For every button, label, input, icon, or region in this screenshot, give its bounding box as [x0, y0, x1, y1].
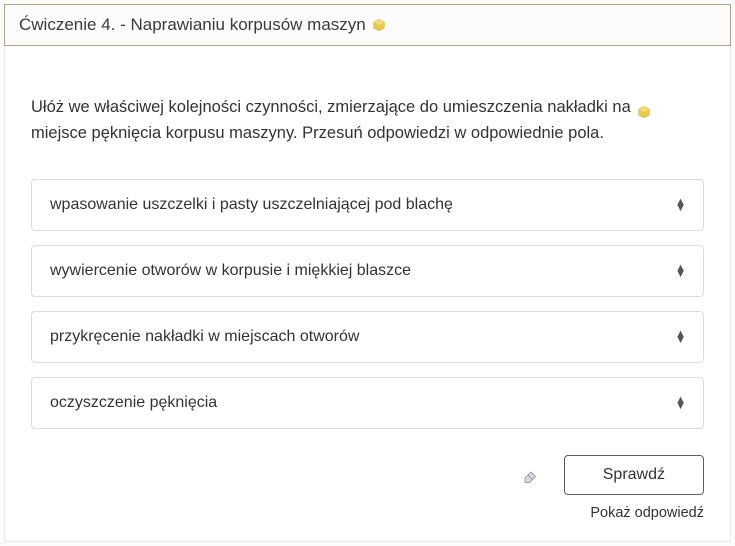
instruction-text: Ułóż we właściwej kolejności czynności, …	[31, 94, 704, 147]
sortable-option[interactable]: wpasowanie uszczelki i pasty uszczelniaj…	[31, 179, 704, 231]
option-label: wywiercenie otworów w korpusie i miękkie…	[50, 262, 411, 280]
option-label: wpasowanie uszczelki i pasty uszczelniaj…	[50, 196, 453, 214]
check-button[interactable]: Sprawdź	[564, 455, 704, 495]
eraser-icon[interactable]	[522, 466, 540, 484]
inline-hex-icon	[637, 101, 651, 115]
difficulty-hex-icon	[372, 18, 386, 32]
show-answer-link[interactable]: Pokaż odpowiedź	[31, 505, 704, 521]
sort-arrows-icon[interactable]: ▲▼	[675, 199, 685, 211]
sortable-option[interactable]: przykręcenie nakładki w miejscach otworó…	[31, 311, 704, 363]
exercise-body: Ułóż we właściwej kolejności czynności, …	[4, 46, 731, 542]
instruction-line-2: miejsce pęknięcia korpusu maszyny. Przes…	[31, 124, 604, 142]
option-label: przykręcenie nakładki w miejscach otworó…	[50, 328, 359, 346]
sort-arrows-icon[interactable]: ▲▼	[675, 331, 685, 343]
sort-arrows-icon[interactable]: ▲▼	[675, 265, 685, 277]
option-label: oczyszczenie pęknięcia	[50, 394, 217, 412]
sortable-option[interactable]: wywiercenie otworów w korpusie i miękkie…	[31, 245, 704, 297]
exercise-title: Ćwiczenie 4. - Naprawianiu korpusów masz…	[19, 15, 366, 35]
exercise-header: Ćwiczenie 4. - Naprawianiu korpusów masz…	[4, 4, 731, 46]
instruction-line-1: Ułóż we właściwej kolejności czynności, …	[31, 98, 631, 116]
sort-arrows-icon[interactable]: ▲▼	[675, 397, 685, 409]
footer-controls: Sprawdź	[31, 455, 704, 495]
sortable-option[interactable]: oczyszczenie pęknięcia ▲▼	[31, 377, 704, 429]
